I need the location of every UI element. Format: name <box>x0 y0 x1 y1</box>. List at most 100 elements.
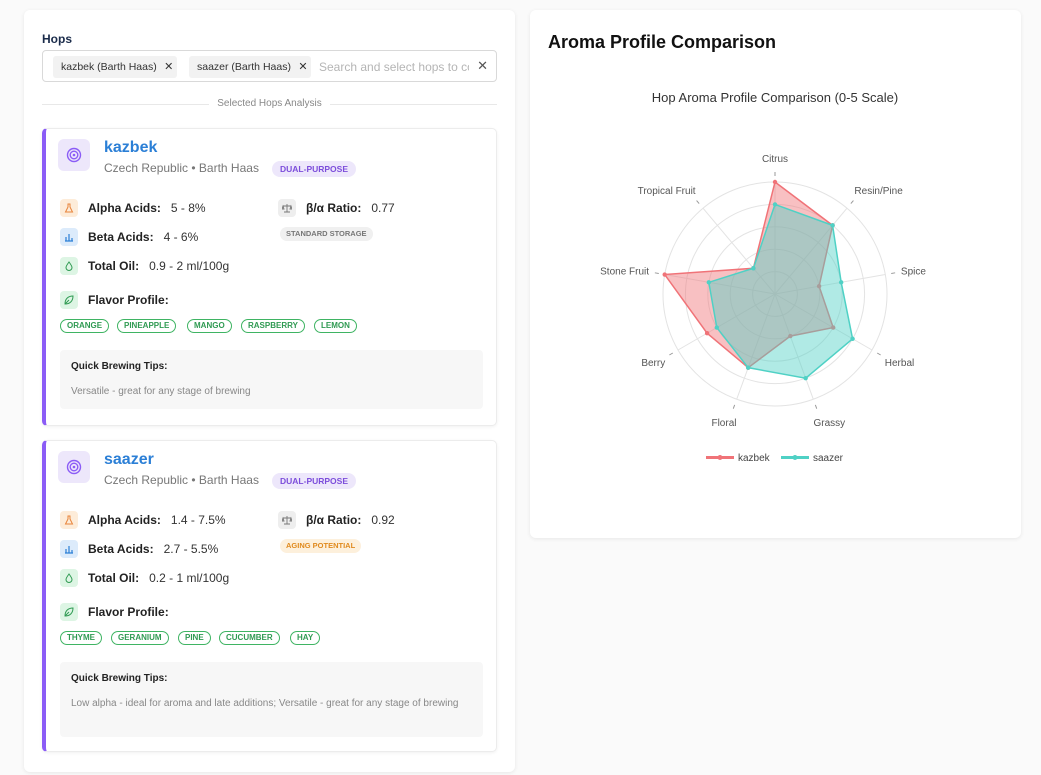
scale-icon <box>278 199 296 217</box>
brewing-tips-text: Versatile - great for any stage of brewi… <box>71 386 251 397</box>
hop-card-kazbek: kazbek Czech Republic • Barth Haas DUAL-… <box>42 128 497 426</box>
selected-hop-chip: saazer (Barth Haas) ✕ <box>189 56 311 78</box>
ratio-value: 0.77 <box>371 201 395 215</box>
droplet-icon <box>60 569 78 587</box>
ratio-label: β/α Ratio: <box>306 513 362 527</box>
total-oil-stat: Total Oil: 0.9 - 2 ml/100g <box>60 257 229 275</box>
axis-label: Spice <box>901 266 926 277</box>
data-point <box>850 336 855 341</box>
legend-marker <box>792 455 798 460</box>
divider-label: Selected Hops Analysis <box>209 98 330 109</box>
flavor-profile-heading: Flavor Profile: <box>60 291 179 309</box>
axis-label: Floral <box>711 418 736 429</box>
beta-acids-value: 4 - 6% <box>163 230 199 244</box>
storage-badge: AGING POTENTIAL <box>280 539 362 553</box>
flavor-tag: ORANGE <box>60 319 110 333</box>
brewing-tips-text: Low alpha - ideal for aroma and late add… <box>71 698 459 709</box>
flavor-tag: HAY <box>290 631 321 645</box>
alpha-acids-value: 5 - 8% <box>170 201 206 215</box>
axis-tick <box>850 200 854 204</box>
flavor-tag: PINEAPPLE <box>117 319 177 333</box>
hop-multiselect[interactable]: kazbek (Barth Haas) ✕ saazer (Barth Haas)… <box>42 50 497 82</box>
flavor-profile-heading: Flavor Profile: <box>60 603 179 621</box>
bar-chart-icon <box>60 540 78 558</box>
axis-label: Tropical Fruit <box>638 186 696 197</box>
target-icon <box>58 451 90 483</box>
flavor-tag: THYME <box>60 631 102 645</box>
remove-chip-icon[interactable]: ✕ <box>161 56 177 78</box>
beta-acids-stat: Beta Acids: 2.7 - 5.5% <box>60 540 218 558</box>
total-oil-value: 0.9 - 2 ml/100g <box>149 259 230 273</box>
beta-acids-label: Beta Acids: <box>88 542 154 556</box>
chart-title: Hop Aroma Profile Comparison (0-5 Scale) <box>652 90 898 105</box>
data-point <box>830 223 835 228</box>
brewing-tips-title: Quick Brewing Tips: <box>71 673 168 684</box>
chip-label: kazbek (Barth Haas) <box>61 61 157 73</box>
leaf-icon <box>60 291 78 309</box>
data-point <box>803 375 808 381</box>
axis-label: Berry <box>641 358 665 369</box>
axis-tick <box>814 404 818 409</box>
data-point <box>751 266 756 271</box>
beta-acids-label: Beta Acids: <box>88 230 154 244</box>
total-oil-stat: Total Oil: 0.2 - 1 ml/100g <box>60 569 229 587</box>
hop-name[interactable]: kazbek <box>104 139 157 157</box>
selected-hop-chip: kazbek (Barth Haas) ✕ <box>53 56 177 78</box>
radar-chart: Hop Aroma Profile Comparison (0-5 Scale)… <box>600 90 926 464</box>
flavor-tag: CUCUMBER <box>219 631 280 645</box>
total-oil-label: Total Oil: <box>88 571 140 585</box>
alpha-acids-value: 1.4 - 7.5% <box>170 513 226 527</box>
remove-chip-icon[interactable]: ✕ <box>295 56 311 78</box>
data-point <box>772 202 778 207</box>
axis-label: Citrus <box>762 154 788 165</box>
axis-label: Herbal <box>885 358 914 369</box>
section-divider: Selected Hops Analysis <box>42 98 497 110</box>
total-oil-label: Total Oil: <box>88 259 140 273</box>
leaf-icon <box>60 603 78 621</box>
alpha-acids-stat: Alpha Acids: 1.4 - 7.5% <box>60 511 226 529</box>
legend-label: kazbek <box>738 453 771 464</box>
total-oil-value: 0.2 - 1 ml/100g <box>149 571 230 585</box>
axis-tick <box>669 352 674 356</box>
ratio-label: β/α Ratio: <box>306 201 362 215</box>
flavor-tag: PINE <box>178 631 211 645</box>
flavor-tag: MANGO <box>187 319 232 333</box>
axis-label: Resin/Pine <box>854 186 903 197</box>
axis-tick <box>876 352 881 356</box>
brewing-tips-box: Quick Brewing Tips: Low alpha - ideal fo… <box>60 662 483 737</box>
data-point <box>714 325 720 330</box>
beta-acids-value: 2.7 - 5.5% <box>163 542 219 556</box>
hop-analysis-panel: Hops kazbek (Barth Haas) ✕ saazer (Barth … <box>24 10 515 772</box>
alpha-acids-label: Alpha Acids: <box>88 201 161 215</box>
legend-label: saazer <box>813 453 844 464</box>
alpha-acids-label: Alpha Acids: <box>88 513 161 527</box>
scale-icon <box>278 511 296 529</box>
data-point <box>704 331 710 336</box>
data-point <box>838 280 844 285</box>
legend-marker <box>717 455 723 460</box>
hop-search-input[interactable] <box>319 57 469 77</box>
hop-name[interactable]: saazer <box>104 451 154 469</box>
ratio-value: 0.92 <box>371 513 395 527</box>
data-point <box>662 272 667 277</box>
beta-acids-stat: Beta Acids: 4 - 6% <box>60 228 198 246</box>
axis-tick <box>696 200 700 204</box>
storage-badge: STANDARD STORAGE <box>280 227 373 241</box>
axis-tick <box>654 272 659 275</box>
alpha-acids-stat: Alpha Acids: 5 - 8% <box>60 199 206 217</box>
axis-tick <box>891 272 896 275</box>
hops-field-label: Hops <box>42 32 72 46</box>
brewing-tips-box: Quick Brewing Tips: Versatile - great fo… <box>60 350 483 409</box>
data-point <box>745 365 751 370</box>
data-point <box>772 179 778 185</box>
clear-selection-icon[interactable]: ✕ <box>477 57 488 75</box>
flavor-tag: LEMON <box>314 319 357 333</box>
flask-icon <box>60 511 78 529</box>
hop-origin: Czech Republic • Barth Haas <box>104 161 259 175</box>
flavor-profile-label: Flavor Profile: <box>88 293 169 307</box>
flavor-profile-label: Flavor Profile: <box>88 605 169 619</box>
flavor-tag: GERANIUM <box>111 631 169 645</box>
purpose-badge: DUAL-PURPOSE <box>272 473 357 489</box>
chip-label: saazer (Barth Haas) <box>197 61 291 73</box>
hop-card-saazer: saazer Czech Republic • Barth Haas DUAL-… <box>42 440 497 752</box>
